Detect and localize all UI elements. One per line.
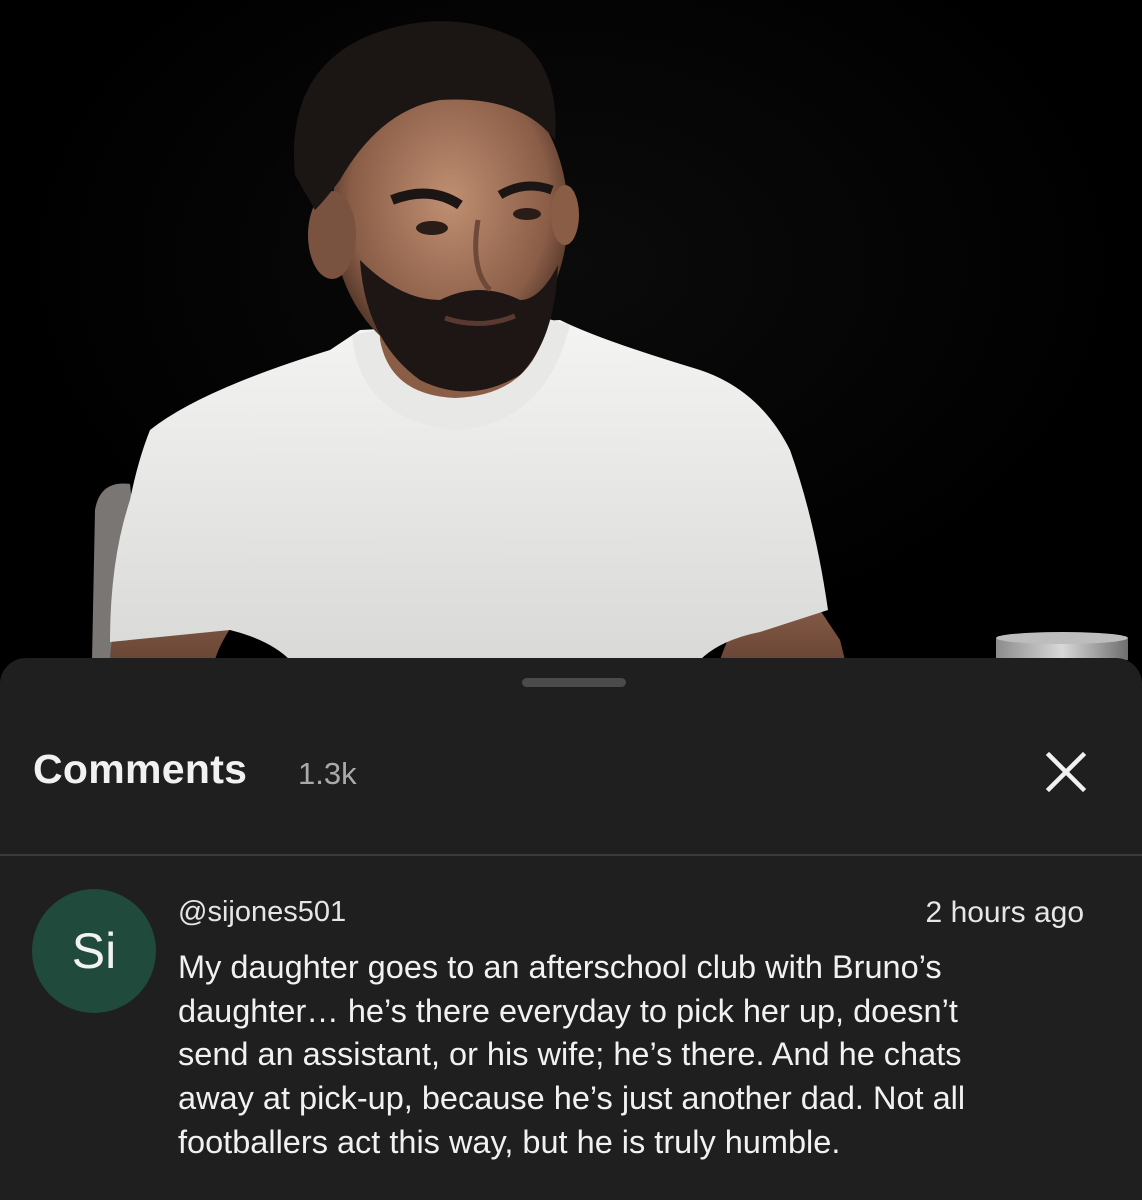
comments-sheet: Comments 1.3k Si @sijones501 2 hours ago… <box>0 658 1142 1200</box>
comments-title: Comments <box>33 746 248 792</box>
comment-text-line: away at pick-up, because he’s just anoth… <box>178 1080 966 1117</box>
comment-text-line: My daughter goes to an afterschool club … <box>178 949 942 985</box>
video-player[interactable] <box>0 0 1142 660</box>
comments-header: Comments 1.3k <box>0 734 1142 806</box>
close-icon <box>1045 751 1087 793</box>
comments-count: 1.3k <box>298 756 357 791</box>
drag-handle[interactable] <box>522 678 626 687</box>
avatar[interactable]: Si <box>32 889 156 1013</box>
comment-text-line: footballers act this way, but he is trul… <box>178 1123 841 1160</box>
comment-author[interactable]: @sijones501 <box>178 896 346 929</box>
comment-text-line: daughter… he’s there everyday to pick he… <box>178 992 958 1029</box>
comment-text: My daughter goes to an afterschool club … <box>178 946 1098 1165</box>
comment-item: Si @sijones501 2 hours ago My daughter g… <box>0 856 1142 1200</box>
close-button[interactable] <box>1038 744 1094 800</box>
comment-timestamp: 2 hours ago <box>925 896 1084 929</box>
comment-text-line: send an assistant, or his wife; he’s the… <box>178 1036 962 1073</box>
video-frame <box>92 21 1128 660</box>
